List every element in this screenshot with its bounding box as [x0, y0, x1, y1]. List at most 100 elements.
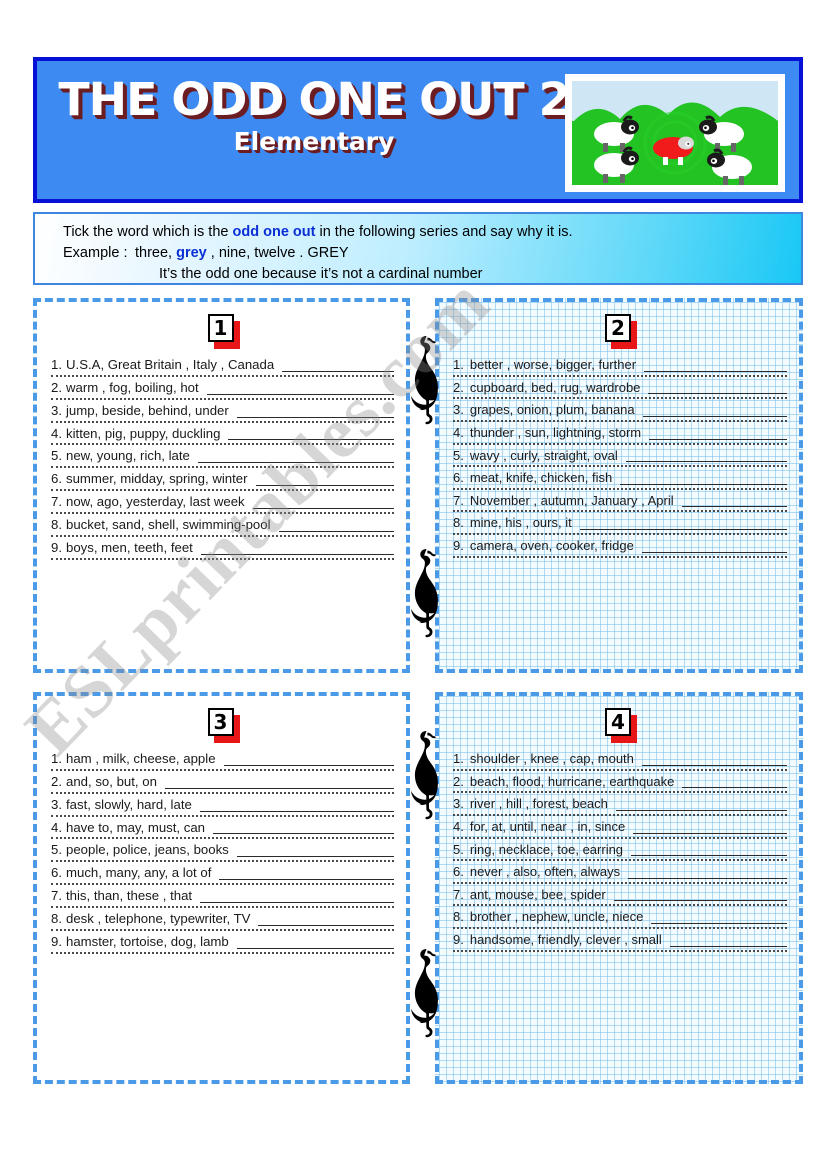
answer-blank[interactable]	[641, 540, 787, 553]
question-number: 7.	[453, 492, 464, 508]
answer-blank[interactable]	[579, 517, 787, 531]
answer-blank[interactable]	[613, 888, 787, 902]
reason-blank[interactable]	[51, 512, 394, 515]
question-number: 7.	[453, 886, 464, 902]
question-words: shoulder , knee , cap, mouth	[469, 751, 634, 766]
answer-blank[interactable]	[223, 753, 394, 766]
reason-blank[interactable]	[51, 466, 394, 469]
reason-blank[interactable]	[453, 791, 787, 794]
reason-blank[interactable]	[453, 419, 787, 422]
question-item: 3. fast, slowly, hard, late	[51, 796, 394, 817]
answer-blank[interactable]	[615, 798, 787, 811]
reason-blank[interactable]	[453, 927, 787, 930]
answer-blank[interactable]	[669, 934, 787, 947]
answer-blank[interactable]	[625, 449, 787, 463]
answer-blank[interactable]	[681, 494, 787, 508]
question-item: 6. much, many, any, a lot of	[51, 866, 394, 886]
answer-blank[interactable]	[200, 890, 394, 904]
reason-blank[interactable]	[453, 533, 787, 536]
answer-blank[interactable]	[620, 472, 787, 485]
reason-blank[interactable]	[51, 906, 394, 909]
instruction-example-line: Example : three, grey , nine, twelve . GR…	[63, 243, 801, 264]
question-number: 5.	[51, 448, 62, 464]
answer-blank[interactable]	[200, 542, 394, 555]
question-item: 3. grapes, onion, plum, banana	[453, 403, 787, 422]
reason-blank[interactable]	[453, 487, 787, 490]
answer-blank[interactable]	[236, 844, 394, 858]
answer-blank[interactable]	[631, 843, 787, 857]
box-number-badge-4: 4	[605, 708, 637, 743]
reason-blank[interactable]	[453, 768, 787, 771]
reason-blank[interactable]	[51, 883, 394, 886]
answer-blank[interactable]	[236, 405, 394, 418]
reason-blank[interactable]	[51, 768, 394, 771]
box-number-badge-1: 1	[207, 314, 240, 349]
reason-blank[interactable]	[453, 374, 787, 377]
question-number: 3.	[453, 402, 464, 418]
reason-blank[interactable]	[51, 374, 394, 377]
question-words: fast, slowly, hard, late	[66, 796, 192, 812]
answer-blank[interactable]	[278, 519, 394, 532]
answer-blank[interactable]	[648, 381, 787, 395]
reason-blank[interactable]	[51, 397, 394, 400]
reason-blank[interactable]	[51, 489, 394, 492]
reason-blank[interactable]	[453, 442, 787, 445]
reason-blank[interactable]	[51, 951, 394, 954]
question-item: 7. ant, mouse, bee, spider	[453, 888, 787, 907]
answer-blank[interactable]	[255, 473, 394, 487]
question-item: 8. bucket, sand, shell, swimming-pool	[51, 518, 394, 537]
example-highlight: grey	[176, 245, 207, 262]
question-number: 3.	[51, 796, 62, 812]
question-number: 7.	[51, 888, 62, 904]
instruction-example-reason: It’s the odd one because it’s not a card…	[159, 266, 483, 283]
question-words: summer, midday, spring, winter	[66, 471, 248, 487]
reason-blank[interactable]	[51, 928, 394, 931]
reason-blank[interactable]	[51, 443, 394, 446]
answer-blank[interactable]	[628, 866, 787, 879]
question-number: 1.	[453, 357, 464, 372]
answer-blank[interactable]	[642, 404, 787, 417]
reason-blank[interactable]	[51, 860, 394, 863]
reason-blank[interactable]	[453, 881, 787, 884]
reason-blank[interactable]	[453, 949, 787, 952]
reason-blank[interactable]	[51, 534, 394, 537]
question-number: 2.	[51, 379, 62, 395]
reason-blank[interactable]	[453, 555, 787, 558]
answer-blank[interactable]	[219, 867, 394, 881]
answer-blank[interactable]	[228, 427, 394, 441]
reason-blank[interactable]	[453, 904, 787, 907]
answer-blank[interactable]	[199, 799, 394, 812]
answer-blank[interactable]	[651, 911, 787, 925]
answer-blank[interactable]	[164, 776, 394, 789]
reason-blank[interactable]	[453, 397, 787, 400]
answer-blank[interactable]	[644, 359, 787, 372]
reason-blank[interactable]	[453, 813, 787, 816]
answer-blank[interactable]	[213, 821, 394, 835]
answer-blank[interactable]	[236, 936, 394, 949]
answer-blank[interactable]	[641, 753, 787, 766]
reason-blank[interactable]	[453, 859, 787, 862]
question-item: 5. new, young, rich, late	[51, 448, 394, 469]
reason-blank[interactable]	[51, 837, 394, 840]
reason-blank[interactable]	[453, 836, 787, 839]
reason-blank[interactable]	[51, 557, 394, 560]
reason-blank[interactable]	[453, 510, 787, 513]
answer-blank[interactable]	[206, 382, 394, 395]
goose-icon	[406, 945, 440, 1041]
answer-blank[interactable]	[197, 450, 394, 464]
answer-blank[interactable]	[649, 427, 787, 440]
reason-blank[interactable]	[453, 465, 787, 468]
goose-silhouette-svg	[411, 731, 438, 820]
answer-blank[interactable]	[282, 359, 394, 372]
question-item: 2. and, so, but, on	[51, 774, 394, 794]
answer-blank[interactable]	[258, 913, 394, 926]
question-words: boys, men, teeth, feet	[66, 539, 193, 555]
question-row: 2. warm , fog, boiling, hot	[51, 379, 394, 395]
answer-blank[interactable]	[633, 821, 787, 834]
answer-blank[interactable]	[252, 496, 394, 510]
reason-blank[interactable]	[51, 791, 394, 794]
instruction-line-1: Tick the word which is the odd one out i…	[63, 222, 801, 243]
reason-blank[interactable]	[51, 420, 394, 423]
answer-blank[interactable]	[682, 775, 787, 789]
reason-blank[interactable]	[51, 814, 394, 817]
